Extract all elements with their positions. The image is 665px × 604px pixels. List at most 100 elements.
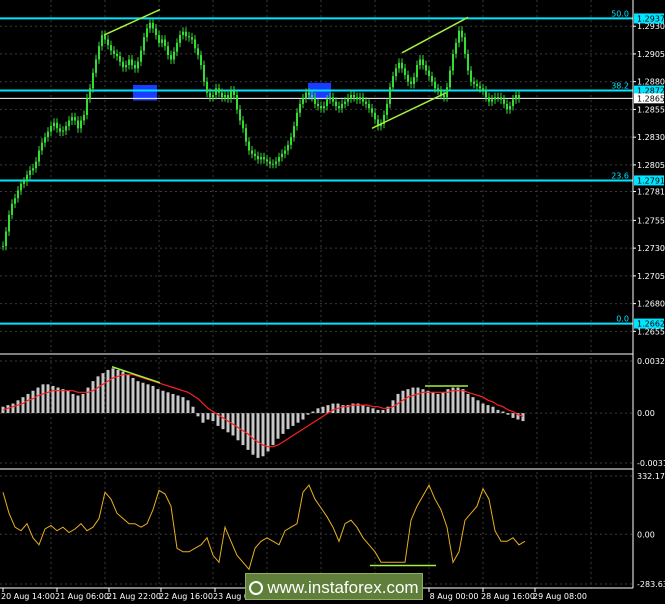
histogram-bar	[146, 384, 150, 414]
histogram-bar	[256, 413, 260, 458]
price-candle-body	[251, 150, 253, 154]
fibo-level-label: 50.0	[611, 9, 629, 18]
price-candle-body	[422, 59, 424, 66]
histogram-bar	[161, 390, 165, 414]
histogram-bar	[151, 385, 155, 414]
price-candle-body	[68, 120, 70, 127]
price-candle-body	[260, 157, 262, 160]
y-tick-label: 1.2805	[637, 161, 665, 170]
price-candle-body	[236, 94, 238, 110]
price-candle-body	[386, 103, 388, 115]
price-candle-body	[305, 92, 307, 99]
y-tick-label: -0.00312	[637, 459, 665, 468]
fibo-level-label: 0.0	[616, 315, 629, 324]
price-candle-body	[401, 62, 403, 69]
price-candle-body	[275, 161, 277, 164]
price-candle-body	[77, 120, 79, 129]
histogram-bar	[291, 413, 295, 426]
histogram-bar	[206, 413, 210, 420]
price-candle-body	[506, 103, 508, 110]
price-candle-body	[59, 128, 61, 132]
price-candle-body	[272, 163, 274, 165]
price-candle-body	[314, 97, 316, 104]
price-candle-body	[398, 62, 400, 69]
price-candle-body	[491, 99, 493, 102]
price-candle-body	[95, 59, 97, 73]
price-candle-body	[146, 28, 148, 38]
price-candle-body	[242, 120, 244, 129]
x-tick-label: 21 Aug 06:00	[55, 592, 109, 601]
histogram-bar	[306, 413, 310, 415]
price-candle-body	[479, 86, 481, 89]
globe-icon	[249, 581, 264, 595]
price-candle-body	[176, 42, 178, 52]
histogram-bar	[436, 393, 440, 414]
x-tick-label: 21 Aug 22:00	[107, 592, 161, 601]
price-candle-body	[200, 55, 202, 66]
histogram-bar	[181, 397, 185, 414]
histogram-bar	[121, 371, 125, 414]
price-tag-label: 1.2937	[637, 14, 665, 23]
price-candle-body	[452, 53, 454, 71]
y-tick-label: 1.2930	[637, 22, 665, 31]
histogram-bar	[131, 377, 135, 414]
price-candle-body	[368, 103, 370, 109]
price-candle-body	[338, 106, 340, 109]
histogram-bar	[441, 392, 445, 414]
price-candle-body	[254, 153, 256, 157]
price-candle-body	[467, 53, 469, 71]
price-candle-body	[353, 94, 355, 98]
price-candle-body	[167, 46, 169, 56]
price-candle-body	[191, 37, 193, 40]
price-candle-body	[224, 94, 226, 98]
price-candle-body	[182, 31, 184, 36]
price-candle-body	[335, 101, 337, 107]
histogram-bar	[316, 408, 320, 414]
price-candle-body	[476, 83, 478, 87]
price-candle-body	[221, 92, 223, 98]
histogram-bar	[411, 387, 415, 414]
histogram-bar	[311, 411, 315, 414]
histogram-bar	[106, 369, 110, 414]
histogram-bar	[136, 381, 140, 414]
histogram-bar	[486, 405, 490, 414]
histogram-bar	[31, 390, 35, 414]
histogram-bar	[226, 413, 230, 433]
price-candle-body	[269, 161, 271, 164]
price-tag-label: 1.2791	[637, 176, 665, 185]
x-tick-label: 22 Aug 16:00	[159, 592, 213, 601]
price-candle-body	[326, 99, 328, 107]
price-candle-body	[434, 81, 436, 89]
price-candle-body	[239, 109, 241, 121]
histogram-bar	[56, 387, 60, 414]
fibo-level-label: 23.6	[611, 171, 629, 180]
histogram-bar	[96, 376, 100, 414]
histogram-bar	[456, 387, 460, 414]
histogram-bar	[61, 389, 65, 414]
histogram-bar	[501, 411, 505, 414]
y-tick-label: 1.2855	[637, 105, 665, 114]
histogram-bar	[506, 413, 510, 415]
price-candle-body	[485, 90, 487, 98]
price-candle-body	[203, 65, 205, 82]
price-candle-body	[227, 94, 229, 99]
price-candle-body	[428, 70, 430, 77]
price-candle-body	[443, 94, 445, 98]
price-candle-body	[323, 106, 325, 109]
histogram-bar	[281, 413, 285, 434]
histogram-bar	[76, 395, 80, 414]
fibo-level-label: 38.2	[611, 82, 629, 91]
price-candle-body	[296, 112, 298, 127]
histogram-bar	[301, 413, 305, 420]
price-candle-body	[209, 92, 211, 98]
price-candle-body	[371, 108, 373, 113]
price-candle-body	[89, 88, 91, 99]
price-candle-body	[152, 22, 154, 29]
price-candle-body	[23, 181, 25, 184]
price-candle-body	[53, 122, 55, 127]
y-tick-label: 1.2730	[637, 244, 665, 253]
price-candle-body	[65, 126, 67, 131]
histogram-bar	[381, 409, 385, 414]
y-tick-label: 0.00	[637, 530, 655, 539]
histogram-bar	[71, 393, 75, 414]
